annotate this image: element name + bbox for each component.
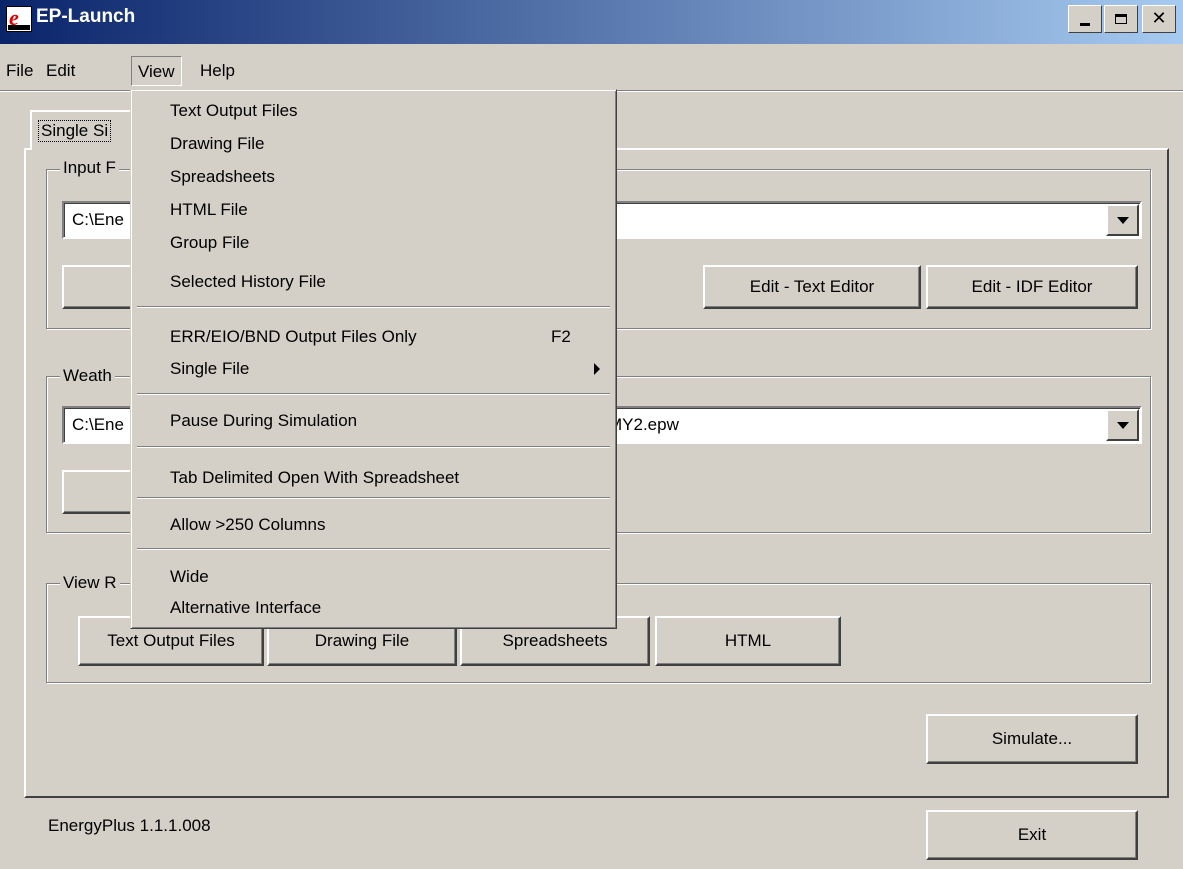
menu-item-wide[interactable]: Wide	[170, 562, 209, 592]
view-menu: Text Output Files Drawing File Spreadshe…	[130, 89, 617, 629]
menu-item-group-file[interactable]: Group File	[170, 228, 249, 258]
tab-label: Single Si	[38, 120, 112, 142]
input-file-group-label: Input F	[60, 158, 119, 178]
menu-separator	[137, 497, 610, 499]
simulate-button[interactable]: Simulate...	[926, 714, 1138, 764]
maximize-icon	[1115, 14, 1127, 24]
menu-separator	[137, 548, 610, 550]
menu-item-text-output-files[interactable]: Text Output Files	[170, 96, 298, 126]
close-button[interactable]: ✕	[1142, 5, 1176, 33]
close-icon: ✕	[1151, 8, 1167, 29]
exit-button[interactable]: Exit	[926, 810, 1138, 860]
edit-idf-editor-button[interactable]: Edit - IDF Editor	[926, 265, 1138, 309]
menu-item-single-file[interactable]: Single File	[170, 354, 249, 384]
submenu-arrow-icon	[594, 363, 600, 375]
menu-item-allow-250-columns[interactable]: Allow >250 Columns	[170, 510, 325, 540]
minimize-button[interactable]	[1068, 5, 1102, 33]
menu-item-spreadsheets[interactable]: Spreadsheets	[170, 162, 275, 192]
edit-text-editor-button[interactable]: Edit - Text Editor	[703, 265, 921, 309]
view-results-group-label: View R	[60, 573, 120, 593]
weather-file-path-start: C:\Ene	[72, 415, 124, 434]
menu-edit[interactable]: Edit	[40, 56, 81, 86]
window-title: EP-Launch	[36, 6, 136, 27]
maximize-button[interactable]	[1104, 5, 1138, 33]
menu-bar: File Edit View Help	[0, 54, 1183, 88]
menu-file[interactable]: File	[0, 56, 39, 86]
menu-separator	[137, 306, 610, 308]
version-label: EnergyPlus 1.1.1.008	[48, 816, 211, 835]
weather-file-path-end: MY2.epw	[608, 415, 679, 434]
menu-item-selected-history-file[interactable]: Selected History File	[170, 267, 326, 297]
menu-view[interactable]: View	[131, 56, 182, 86]
menu-item-tab-delimited-open[interactable]: Tab Delimited Open With Spreadsheet	[170, 463, 459, 493]
weather-file-group-label: Weath	[60, 366, 115, 386]
app-logo-icon: e	[6, 5, 32, 32]
chevron-down-icon	[1116, 216, 1129, 224]
menu-separator	[137, 446, 610, 448]
menu-item-html-file[interactable]: HTML File	[170, 195, 248, 225]
menu-item-err-eio-bnd-only[interactable]: ERR/EIO/BND Output Files Only	[170, 322, 417, 352]
weather-file-dropdown[interactable]	[1106, 409, 1139, 441]
input-file-dropdown[interactable]	[1106, 204, 1139, 236]
minimize-icon	[1080, 22, 1090, 26]
title-bar[interactable]: e EP-Launch ✕	[0, 0, 1183, 44]
view-html-button[interactable]: HTML	[655, 616, 841, 666]
menu-separator	[137, 393, 610, 395]
menu-item-err-shortcut: F2	[551, 327, 571, 346]
menu-help[interactable]: Help	[194, 56, 241, 86]
chevron-down-icon	[1116, 421, 1129, 429]
menu-item-pause-during-simulation[interactable]: Pause During Simulation	[170, 406, 357, 436]
menu-item-drawing-file[interactable]: Drawing File	[170, 129, 264, 159]
menu-item-alternative-interface[interactable]: Alternative Interface	[170, 593, 321, 623]
